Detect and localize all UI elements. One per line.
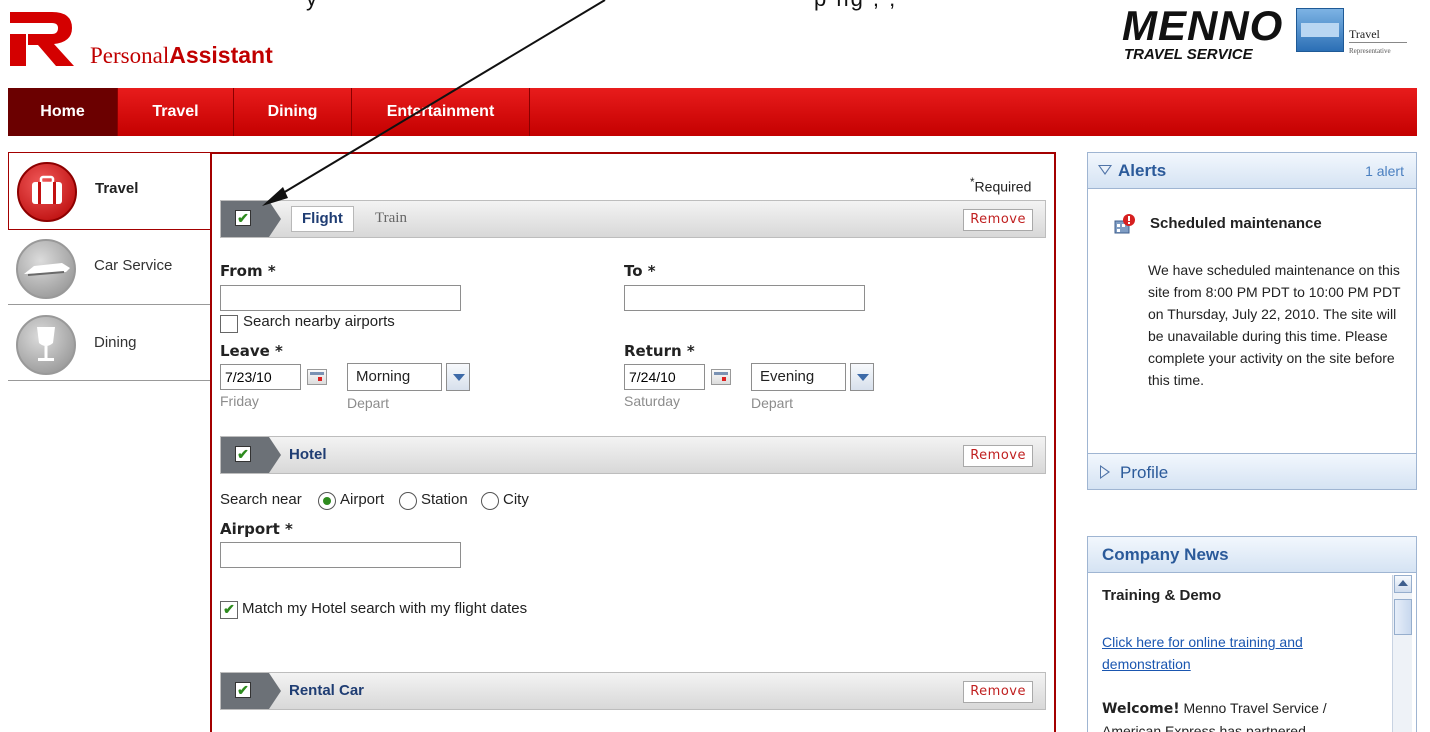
required-note: *Required — [970, 176, 1031, 195]
rental-car-section-header: ✔ Rental Car Remove — [220, 672, 1046, 710]
rental-car-section-title: Rental Car — [289, 682, 365, 699]
main-nav: Home Travel Dining Entertainment — [8, 88, 1417, 136]
travel-rep-line2: Representative — [1349, 42, 1407, 57]
company-logo — [10, 12, 74, 66]
leave-time-select[interactable]: Morning — [347, 363, 442, 391]
from-label: From * — [220, 262, 276, 280]
tab-flight[interactable]: Flight — [291, 206, 354, 232]
hotel-section-title: Hotel — [289, 446, 327, 463]
partner-logo-name: MENNO — [1122, 2, 1284, 49]
travel-rep-line1: Travel — [1349, 27, 1380, 41]
hotel-airport-input[interactable] — [220, 542, 461, 568]
return-day-label: Saturday — [624, 393, 681, 409]
hotel-section-header: ✔ Hotel Remove — [220, 436, 1046, 474]
news-training-title: Training & Demo — [1102, 587, 1222, 604]
nav-tab-entertainment[interactable]: Entertainment — [352, 88, 530, 136]
company-news-panel: Company News Training & Demo Click here … — [1087, 536, 1417, 732]
nav-tab-travel[interactable]: Travel — [118, 88, 234, 136]
to-input[interactable] — [624, 285, 865, 311]
news-scrollbar[interactable] — [1392, 575, 1412, 732]
maintenance-alert-icon — [1114, 214, 1135, 234]
cutoff-caption-right: p ng , , — [814, 0, 897, 12]
radio-city[interactable] — [481, 492, 499, 510]
suitcase-icon — [17, 162, 77, 222]
return-time-select[interactable]: Evening — [751, 363, 846, 391]
rental-car-remove-button[interactable]: Remove — [963, 681, 1033, 703]
scroll-up-arrow-icon[interactable] — [1394, 575, 1412, 593]
chevron-down-icon[interactable] — [850, 363, 874, 391]
radio-station[interactable] — [399, 492, 417, 510]
match-dates-checkbox[interactable]: ✔ — [220, 601, 238, 619]
return-depart-label: Depart — [751, 395, 794, 411]
expand-triangle-icon — [1100, 465, 1110, 479]
from-input[interactable] — [220, 285, 461, 311]
nav-tab-home[interactable]: Home — [8, 88, 118, 136]
travel-representative-label: Travel Representative — [1349, 28, 1407, 57]
profile-header[interactable]: Profile — [1088, 453, 1416, 489]
sidebar-divider — [8, 304, 210, 305]
search-near-label: Search near — [220, 491, 302, 508]
nearby-airports-checkbox[interactable] — [220, 315, 238, 333]
chevron-down-icon[interactable] — [446, 363, 470, 391]
app-title: PersonalAssistant — [90, 42, 273, 69]
collapse-triangle-icon — [1098, 165, 1112, 175]
leave-depart-label: Depart — [347, 395, 390, 411]
news-welcome-bold: Welcome! — [1102, 701, 1180, 717]
radio-airport-label: Airport — [340, 491, 385, 508]
leave-date-input[interactable] — [220, 364, 301, 390]
return-calendar-icon[interactable] — [711, 369, 731, 385]
sidebar-item-label: Dining — [94, 334, 137, 351]
tab-train[interactable]: Train — [375, 210, 407, 227]
rental-car-section-checkbox[interactable]: ✔ — [235, 682, 251, 698]
news-welcome-text: Welcome! Menno Travel Service / American… — [1102, 697, 1362, 732]
partner-logo-subtitle: TRAVEL SERVICE — [1124, 46, 1253, 63]
sidebar-item-travel[interactable]: Travel — [8, 152, 210, 230]
airport-label: Airport * — [220, 520, 293, 538]
flight-section-header: ✔ Flight Train Remove — [220, 200, 1046, 238]
flight-remove-button[interactable]: Remove — [963, 209, 1033, 231]
sidebar-divider — [8, 380, 210, 381]
return-label: Return * — [624, 342, 695, 360]
flight-section-checkbox[interactable]: ✔ — [235, 210, 251, 226]
profile-title: Profile — [1120, 463, 1169, 482]
required-note-text: Required — [974, 178, 1032, 195]
sidebar-item-dining[interactable]: Dining — [8, 306, 210, 382]
scroll-thumb[interactable] — [1394, 599, 1412, 635]
car-icon — [16, 239, 76, 299]
hotel-section-checkbox[interactable]: ✔ — [235, 446, 251, 462]
company-news-title: Company News — [1102, 545, 1229, 564]
radio-station-label: Station — [421, 491, 468, 508]
app-title-regular: Personal — [90, 43, 170, 68]
cutoff-caption-left: y — [306, 0, 317, 12]
nearby-airports-label: Search nearby airports — [243, 313, 395, 330]
maintenance-alert-body: We have scheduled maintenance on this si… — [1148, 262, 1401, 388]
alerts-title: Alerts — [1118, 161, 1167, 180]
company-news-header: Company News — [1088, 537, 1416, 573]
nav-tab-dining[interactable]: Dining — [234, 88, 352, 136]
to-label: To * — [624, 262, 656, 280]
wine-glass-icon — [16, 315, 76, 375]
alerts-header[interactable]: Alerts 1 alert — [1088, 153, 1416, 189]
maintenance-alert-title: Scheduled maintenance — [1150, 215, 1322, 232]
sidebar-item-car-service[interactable]: Car Service — [8, 230, 210, 306]
sidebar-item-label: Travel — [95, 180, 139, 197]
leave-label: Leave * — [220, 342, 283, 360]
app-title-bold: Assistant — [169, 42, 273, 68]
match-dates-label: Match my Hotel search with my flight dat… — [242, 600, 528, 617]
alerts-panel: Alerts 1 alert Scheduled maintenance We … — [1087, 152, 1417, 490]
leave-calendar-icon[interactable] — [307, 369, 327, 385]
leave-day-label: Friday — [220, 393, 259, 409]
hotel-remove-button[interactable]: Remove — [963, 445, 1033, 467]
news-training-link[interactable]: Click here for online training and demon… — [1102, 631, 1352, 675]
radio-airport[interactable] — [318, 492, 336, 510]
amex-logo-icon — [1296, 8, 1344, 52]
sidebar-item-label: Car Service — [94, 257, 173, 274]
radio-city-label: City — [503, 491, 529, 508]
alerts-count: 1 alert — [1365, 163, 1404, 179]
return-date-input[interactable] — [624, 364, 705, 390]
